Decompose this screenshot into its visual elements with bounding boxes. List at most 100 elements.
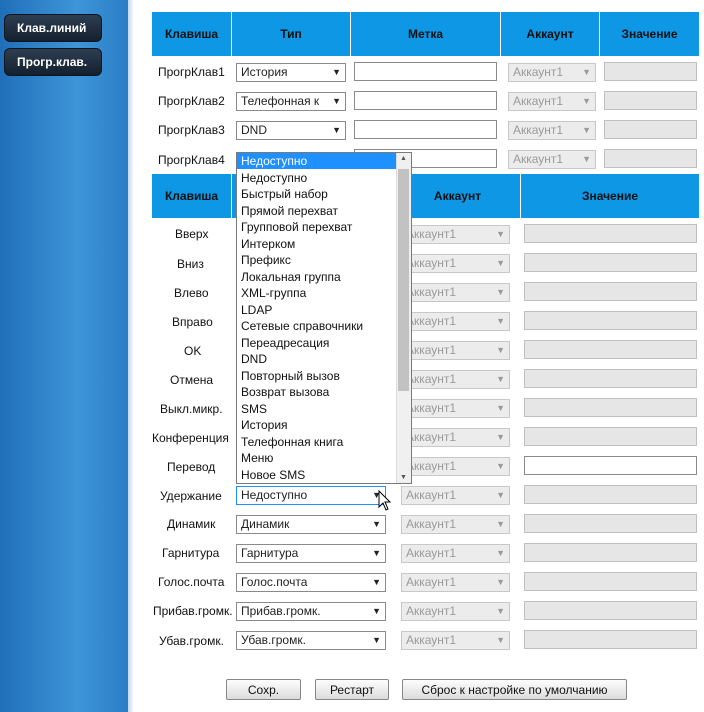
dropdown-scrollbar[interactable]: ▲ ▼: [396, 153, 411, 483]
t2-row-value-input[interactable]: [524, 224, 697, 243]
dropdown-selected-value[interactable]: Недоступно: [237, 153, 401, 169]
dropdown-option[interactable]: Быстрый набор: [237, 186, 401, 202]
t2-row-key: Отмена: [170, 373, 214, 387]
t2-row-type-select[interactable]: Голос.почта ▼: [236, 573, 386, 592]
chevron-down-icon: ▼: [582, 96, 591, 106]
t2-row-account-select[interactable]: Аккаунт1 ▼: [401, 341, 510, 360]
t2-row-account-select[interactable]: Аккаунт1 ▼: [401, 225, 510, 244]
t2-header-key: Клавиша: [152, 174, 232, 218]
t2-row-account-select[interactable]: Аккаунт1 ▼: [401, 573, 510, 592]
t1-row3-type-select[interactable]: DND ▼: [236, 121, 346, 140]
dropdown-option[interactable]: Повторный вызов: [237, 368, 401, 384]
t2-row-value-input[interactable]: [524, 253, 697, 272]
t1-row2-account-select[interactable]: Аккаунт1 ▼: [508, 92, 596, 111]
t2-row-value-input[interactable]: [524, 282, 697, 301]
t2-row-value-input[interactable]: [524, 369, 697, 388]
t1-row1-type-select[interactable]: История ▼: [236, 63, 346, 82]
t1-row4-account-select[interactable]: Аккаунт1 ▼: [508, 150, 596, 169]
t2-row-value-input[interactable]: [524, 427, 697, 446]
t1-row1-account-select[interactable]: Аккаунт1 ▼: [508, 63, 596, 82]
chevron-down-icon: ▼: [496, 635, 505, 645]
dropdown-option[interactable]: Переадресация: [237, 335, 401, 351]
dropdown-option[interactable]: Меню: [237, 450, 401, 466]
chevron-down-icon: ▼: [332, 67, 341, 77]
restart-button[interactable]: Рестарт: [315, 679, 389, 700]
t2-row-value-input[interactable]: [524, 543, 697, 562]
t2-row-account-select[interactable]: Аккаунт1 ▼: [401, 486, 510, 505]
sidebar-edge: [128, 0, 133, 712]
t2-row-value-input[interactable]: [524, 630, 697, 649]
t2-row-account-select[interactable]: Аккаунт1 ▼: [401, 399, 510, 418]
t2-row-value-input[interactable]: [524, 398, 697, 417]
t1-row2-type-select[interactable]: Телефонная к ▼: [236, 92, 346, 111]
dropdown-option[interactable]: Интерком: [237, 236, 401, 252]
t2-row-value-input[interactable]: [524, 485, 697, 504]
type-dropdown-list[interactable]: Недоступно Недоступно Быстрый набор Прям…: [236, 152, 412, 484]
t2-row-account-select[interactable]: Аккаунт1 ▼: [401, 428, 510, 447]
t2-row-value-input[interactable]: [524, 340, 697, 359]
t2-row-value-input[interactable]: [524, 601, 697, 620]
t2-row-value-input[interactable]: [524, 456, 697, 475]
dropdown-option[interactable]: Префикс: [237, 252, 401, 268]
t1-header-key: Клавиша: [152, 12, 232, 56]
t2-row-account-select[interactable]: Аккаунт1 ▼: [401, 602, 510, 621]
chevron-down-icon: ▼: [372, 577, 381, 587]
t2-row-key: Удержание: [160, 489, 222, 503]
dropdown-option[interactable]: DND: [237, 351, 401, 367]
t1-row1-label-input[interactable]: [354, 62, 497, 81]
dropdown-option[interactable]: Новое SMS: [237, 467, 401, 483]
t2-row-account-select[interactable]: Аккаунт1 ▼: [401, 370, 510, 389]
chevron-down-icon: ▼: [372, 548, 381, 558]
save-button[interactable]: Сохр.: [226, 679, 301, 700]
sidebar-item-prog-keys[interactable]: Прогр.клав.: [4, 48, 102, 76]
dropdown-option[interactable]: Недоступно: [237, 170, 401, 186]
chevron-down-icon: ▼: [496, 606, 505, 616]
t2-row-account-select[interactable]: Аккаунт1 ▼: [401, 283, 510, 302]
t2-row-account-select[interactable]: Аккаунт1 ▼: [401, 457, 510, 476]
t2-row-key: Вверх: [175, 227, 209, 241]
chevron-down-icon: ▼: [372, 635, 381, 645]
scroll-up-arrow-icon[interactable]: ▲: [400, 155, 407, 162]
t2-row-key: Перевод: [167, 460, 216, 474]
t1-row1-value-input[interactable]: [604, 62, 697, 81]
dropdown-option[interactable]: Телефонная книга: [237, 434, 401, 450]
t1-row2-label-input[interactable]: [354, 91, 497, 110]
reset-defaults-button[interactable]: Сброс к настройке по умолчанию: [402, 679, 627, 700]
t2-row-account-select[interactable]: Аккаунт1 ▼: [401, 312, 510, 331]
t2-row-value-input[interactable]: [524, 514, 697, 533]
t2-row-value-input[interactable]: [524, 311, 697, 330]
scrollbar-thumb[interactable]: [398, 169, 409, 391]
dropdown-option[interactable]: Локальная группа: [237, 269, 401, 285]
t1-row4-value-input[interactable]: [604, 149, 697, 168]
t2-row-type-select[interactable]: Недоступно ▼: [236, 486, 386, 505]
dropdown-option[interactable]: SMS: [237, 401, 401, 417]
t2-row-key: Гарнитура: [162, 546, 220, 560]
t2-row-type-select[interactable]: Гарнитура ▼: [236, 544, 386, 563]
t2-row-key: Динамик: [167, 517, 216, 531]
sidebar-item-line-keys[interactable]: Клав.линий: [4, 14, 102, 42]
dropdown-option[interactable]: XML-группа: [237, 285, 401, 301]
dropdown-option[interactable]: Сетевые справочники: [237, 318, 401, 334]
t1-row3-value-input[interactable]: [604, 120, 697, 139]
t2-row-type-select[interactable]: Прибав.громк. ▼: [236, 602, 386, 621]
scroll-down-arrow-icon[interactable]: ▼: [400, 474, 407, 481]
t2-row-account-select[interactable]: Аккаунт1 ▼: [401, 515, 510, 534]
dropdown-option[interactable]: Возврат вызова: [237, 384, 401, 400]
t2-row-account-select[interactable]: Аккаунт1 ▼: [401, 544, 510, 563]
dropdown-option[interactable]: Прямой перехват: [237, 203, 401, 219]
t2-row-type-select[interactable]: Убав.громк. ▼: [236, 631, 386, 650]
chevron-down-icon: ▼: [496, 287, 505, 297]
t2-row-type-select[interactable]: Динамик ▼: [236, 515, 386, 534]
dropdown-option[interactable]: Групповой перехват: [237, 219, 401, 235]
t1-row3-label-input[interactable]: [354, 120, 497, 139]
t1-row3-account-select[interactable]: Аккаунт1 ▼: [508, 121, 596, 140]
t2-row-value-input[interactable]: [524, 572, 697, 591]
dropdown-option[interactable]: LDAP: [237, 302, 401, 318]
t2-row-account-select[interactable]: Аккаунт1 ▼: [401, 631, 510, 650]
chevron-down-icon: ▼: [496, 577, 505, 587]
chevron-down-icon: ▼: [496, 229, 505, 239]
t1-row2-value-input[interactable]: [604, 91, 697, 110]
t2-row-key: Выкл.микр.: [160, 402, 223, 416]
t2-row-account-select[interactable]: Аккаунт1 ▼: [401, 254, 510, 273]
dropdown-option[interactable]: История: [237, 417, 401, 433]
